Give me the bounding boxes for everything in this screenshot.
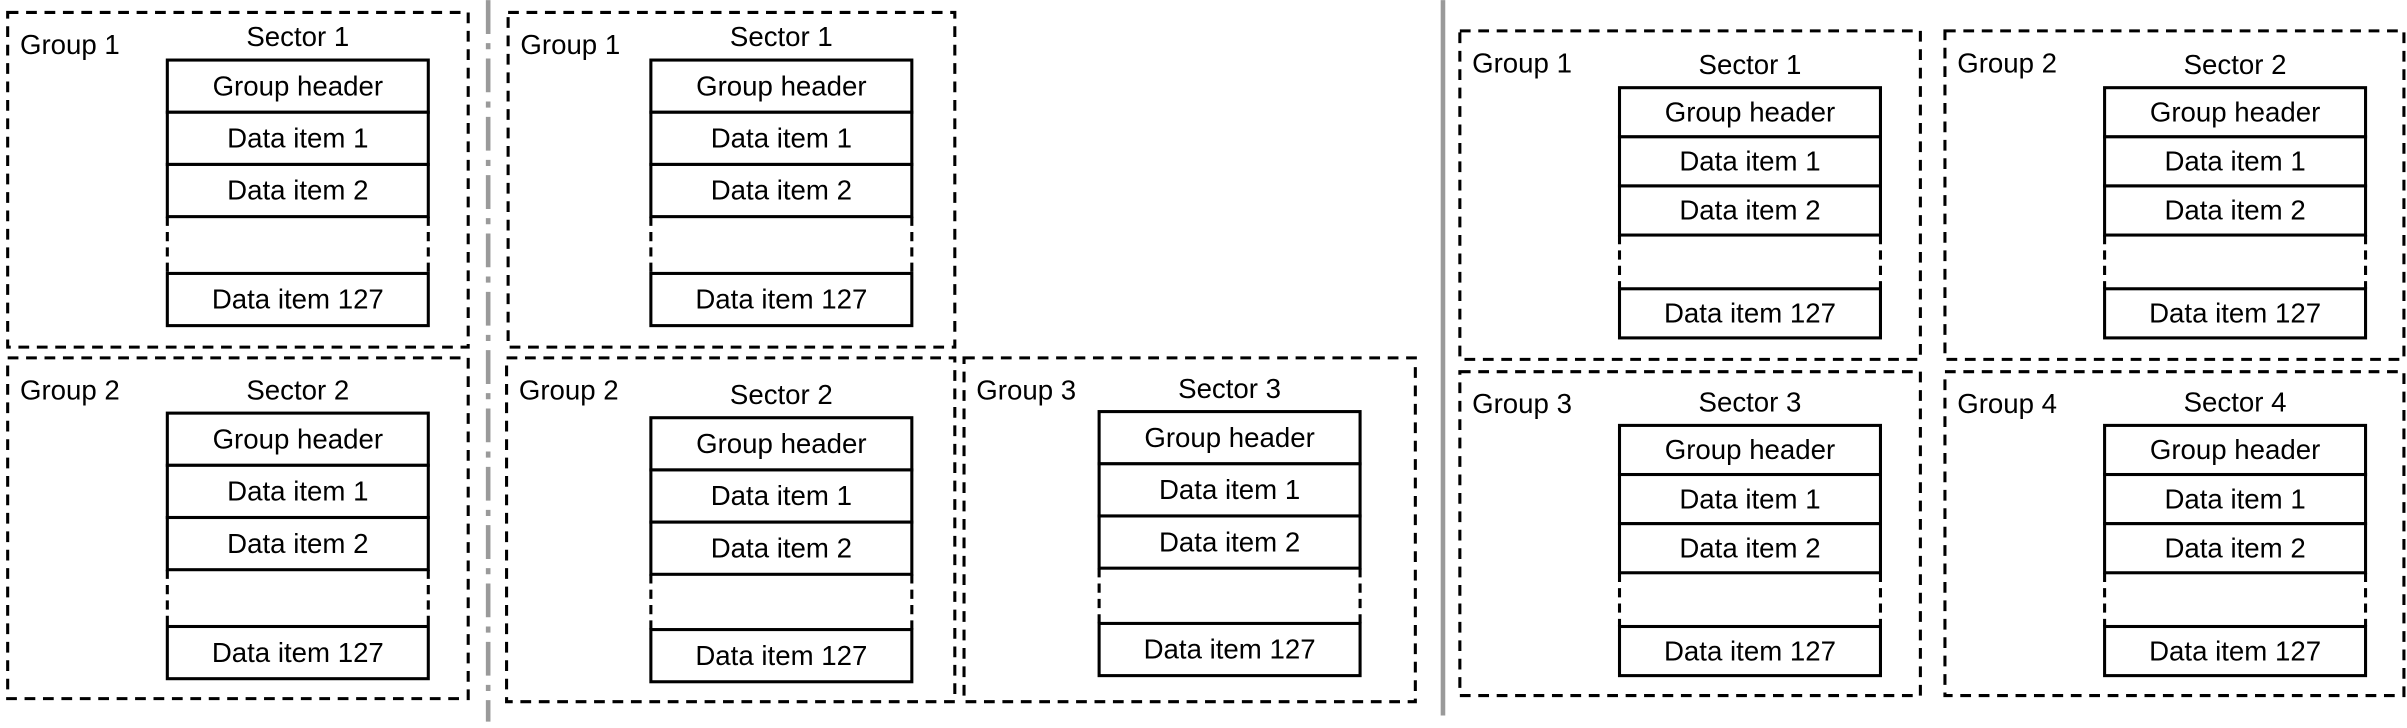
group-header-label: Group header <box>2150 434 2320 465</box>
data-item-label: Data item 1 <box>1679 483 1820 514</box>
group-label: Group 4 <box>1957 388 2057 419</box>
group-block: Group 1 Sector 1 Group header Data item 1 Da… <box>1458 29 1922 361</box>
group-header-label: Group header <box>696 428 866 459</box>
data-item-label: Data item 127 <box>212 284 384 315</box>
data-item-label: Data item 2 <box>2164 532 2305 563</box>
sector-label: Sector 1 <box>730 21 833 52</box>
data-item-label: Data item 127 <box>1144 634 1316 665</box>
sector-group-diagram: Group 1 Sector 1 Group header Data item 1 Da… <box>6 0 2406 722</box>
data-item-label: Data item 2 <box>1679 532 1820 563</box>
data-item-label: Data item 127 <box>695 284 867 315</box>
group-label: Group 1 <box>20 29 120 60</box>
data-item-label: Data item 2 <box>227 175 368 206</box>
group-block: Group 2 Sector 2 Group header Data item 1 Da… <box>6 356 470 701</box>
group-header-label: Group header <box>213 70 383 101</box>
sector-label: Sector 3 <box>1699 387 1802 418</box>
group-block: Group 2 Sector 2 Group header Data item 1 Da… <box>1943 29 2406 361</box>
data-item-label: Data item 1 <box>227 476 368 507</box>
data-item-label: Data item 127 <box>695 640 867 671</box>
sector-label: Sector 1 <box>1699 49 1802 80</box>
group-header-label: Group header <box>1665 96 1835 127</box>
sector-label: Sector 2 <box>730 379 833 410</box>
group-header-label: Group header <box>696 70 866 101</box>
group-label: Group 2 <box>1957 47 2057 78</box>
group-label: Group 3 <box>976 374 1076 405</box>
data-item-label: Data item 127 <box>2149 298 2321 329</box>
data-item-label: Data item 127 <box>1664 635 1836 666</box>
group-block: Group 3 Sector 3 Group header Data item 1 Da… <box>962 356 1417 704</box>
data-item-label: Data item 1 <box>2164 483 2305 514</box>
data-item-label: Data item 2 <box>711 532 852 563</box>
sector-label: Sector 2 <box>2184 49 2287 80</box>
group-block: Group 2 Sector 2 Group header Data item 1 Da… <box>505 356 957 704</box>
group-label: Group 3 <box>1472 388 1572 419</box>
data-item-label: Data item 1 <box>711 123 852 154</box>
group-header-label: Group header <box>1665 434 1835 465</box>
group-label: Group 1 <box>1472 47 1572 78</box>
group-header-label: Group header <box>2150 96 2320 127</box>
sector-label: Sector 2 <box>246 374 349 405</box>
group-header-label: Group header <box>1144 422 1314 453</box>
sector-label: Sector 1 <box>246 21 349 52</box>
sector-label: Sector 3 <box>1178 373 1281 404</box>
data-item-label: Data item 2 <box>227 528 368 559</box>
data-item-label: Data item 1 <box>1159 474 1300 505</box>
data-item-label: Data item 2 <box>1159 526 1300 557</box>
group-block: Group 4 Sector 4 Group header Data item 1 Da… <box>1943 370 2406 698</box>
group-label: Group 1 <box>520 29 620 60</box>
data-item-label: Data item 127 <box>212 637 384 668</box>
data-item-label: Data item 2 <box>2164 195 2305 226</box>
group-block: Group 3 Sector 3 Group header Data item 1 Da… <box>1458 370 1922 698</box>
data-item-label: Data item 127 <box>2149 635 2321 666</box>
data-item-label: Data item 1 <box>2164 146 2305 177</box>
data-item-label: Data item 1 <box>711 480 852 511</box>
sector-label: Sector 4 <box>2184 387 2287 418</box>
data-item-label: Data item 2 <box>1679 195 1820 226</box>
data-item-label: Data item 127 <box>1664 298 1836 329</box>
group-block: Group 1 Sector 1 Group header Data item 1 Da… <box>506 10 957 349</box>
group-header-label: Group header <box>213 423 383 454</box>
group-block: Group 1 Sector 1 Group header Data item 1 Da… <box>6 10 470 349</box>
data-item-label: Data item 2 <box>711 175 852 206</box>
group-label: Group 2 <box>519 374 619 405</box>
data-item-label: Data item 1 <box>227 123 368 154</box>
data-item-label: Data item 1 <box>1679 146 1820 177</box>
group-label: Group 2 <box>20 374 120 405</box>
